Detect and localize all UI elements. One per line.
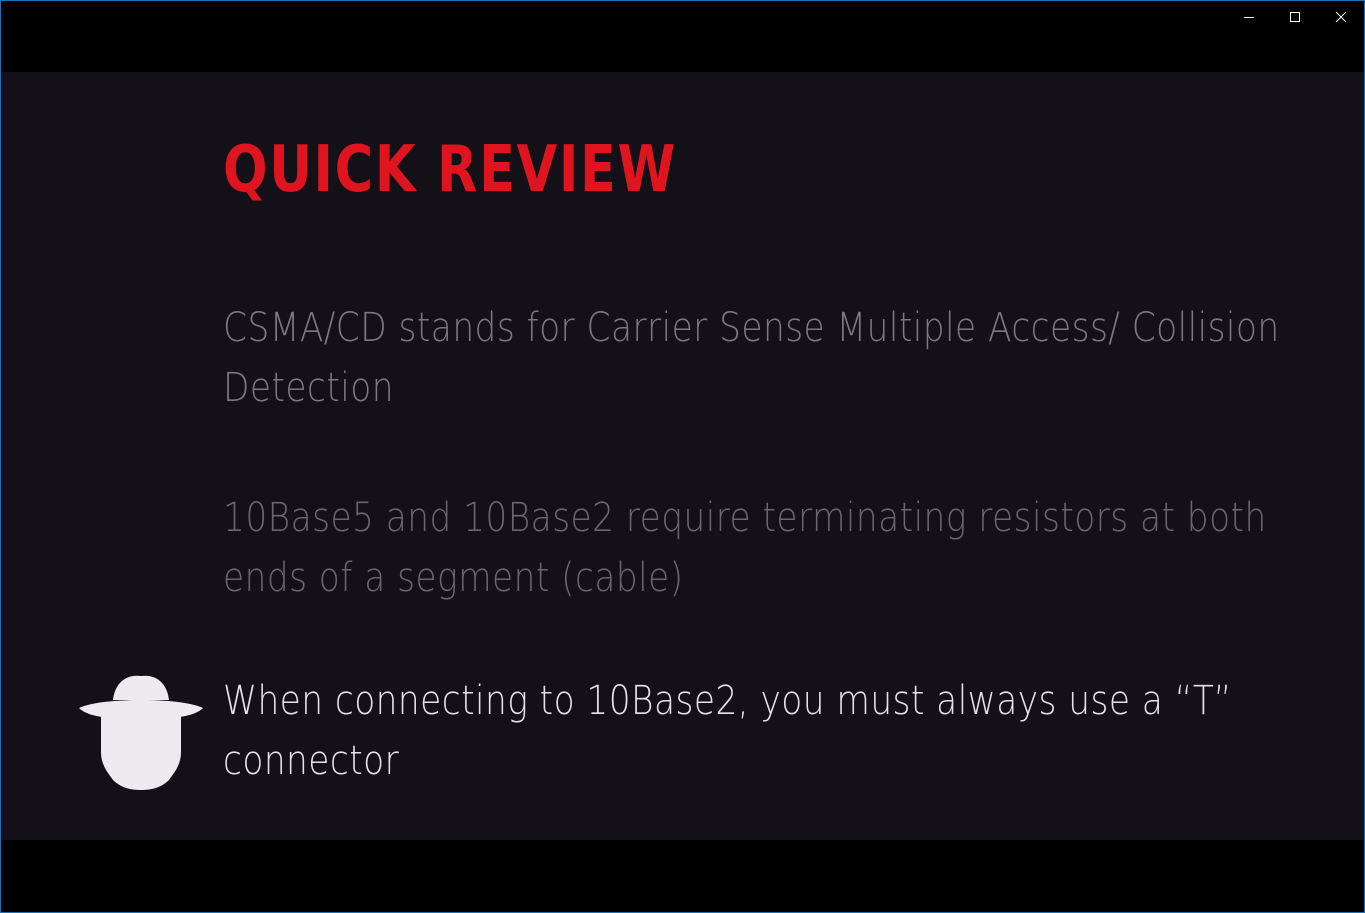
window-controls bbox=[1226, 1, 1364, 33]
maximize-button[interactable] bbox=[1272, 1, 1318, 33]
close-icon bbox=[1335, 11, 1347, 23]
app-window: QUICK REVIEW CSMA/CD stands for Carrier … bbox=[0, 0, 1365, 913]
review-point-text: 10Base5 and 10Base2 require terminating … bbox=[223, 495, 1267, 601]
review-point-text: CSMA/CD stands for Carrier Sense Multipl… bbox=[223, 305, 1280, 411]
review-point-t-connector: When connecting to 10Base2, you must alw… bbox=[223, 671, 1303, 791]
review-point-text: When connecting to 10Base2, you must alw… bbox=[223, 678, 1232, 784]
review-point-csma: CSMA/CD stands for Carrier Sense Multipl… bbox=[223, 298, 1303, 418]
spy-hat-icon bbox=[79, 675, 203, 790]
minimize-button[interactable] bbox=[1226, 1, 1272, 33]
title-bar[interactable] bbox=[1, 1, 1364, 33]
bottom-letterbox bbox=[1, 840, 1364, 912]
video-slide[interactable]: QUICK REVIEW CSMA/CD stands for Carrier … bbox=[1, 72, 1364, 840]
minimize-icon bbox=[1244, 17, 1254, 18]
maximize-icon bbox=[1290, 12, 1300, 22]
close-button[interactable] bbox=[1318, 1, 1364, 33]
slide-title: QUICK REVIEW bbox=[223, 133, 678, 207]
review-point-terminators: 10Base5 and 10Base2 require terminating … bbox=[223, 488, 1303, 608]
